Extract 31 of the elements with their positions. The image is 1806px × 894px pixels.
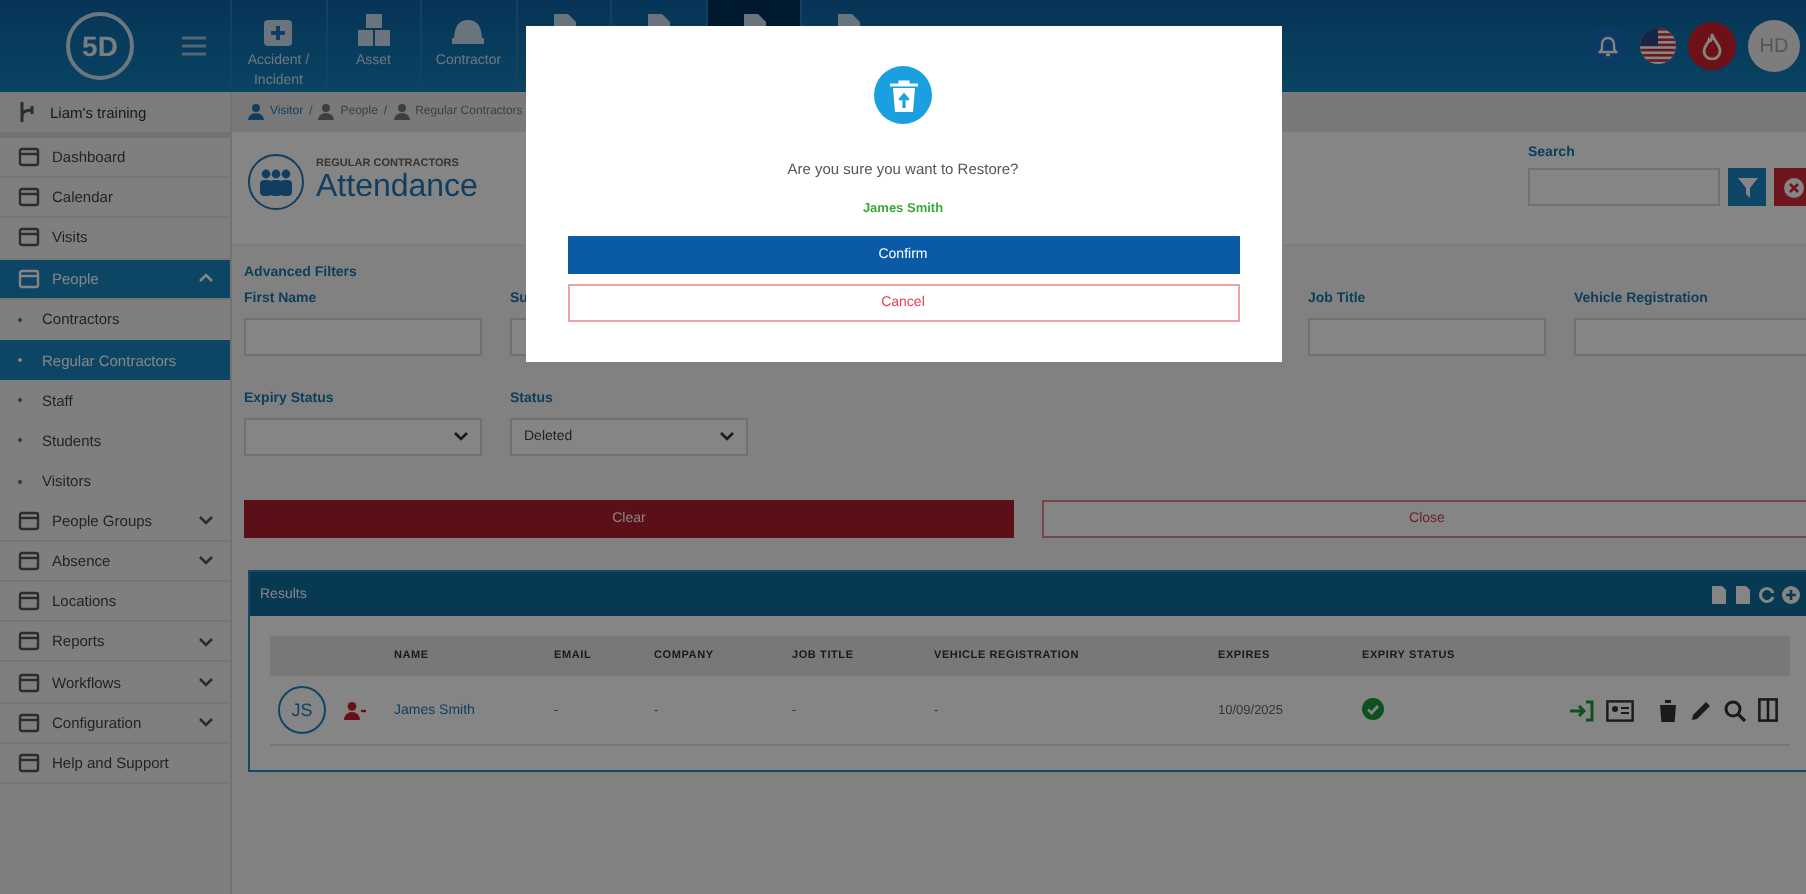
id-card-icon[interactable]	[1606, 699, 1634, 721]
refresh-icon[interactable]	[1758, 585, 1776, 603]
pencil-icon[interactable]	[1690, 699, 1712, 721]
sign-in-icon[interactable]	[1570, 699, 1594, 721]
add-icon[interactable]	[1782, 585, 1800, 603]
select-field[interactable]	[244, 418, 482, 456]
person-icon	[393, 104, 410, 120]
close-icon	[1783, 177, 1803, 197]
flame-icon[interactable]	[1688, 22, 1736, 70]
filter-button[interactable]	[1728, 168, 1766, 206]
person-icon	[344, 701, 366, 719]
person-icon	[248, 104, 264, 120]
import-icon[interactable]	[1710, 585, 1728, 603]
branch-icon	[18, 102, 38, 122]
filter-icon	[1737, 177, 1757, 197]
search-icon[interactable]	[1724, 699, 1746, 721]
boxes-icon	[355, 12, 392, 48]
export-icon[interactable]	[1734, 585, 1752, 603]
menu-icon[interactable]	[182, 36, 206, 56]
restore-bin-icon[interactable]	[1658, 699, 1678, 721]
columns-icon[interactable]	[1758, 698, 1778, 722]
caret-icon	[720, 432, 734, 442]
logo[interactable]: 5D	[66, 12, 134, 80]
flag-icon[interactable]	[1640, 28, 1676, 64]
clear-search-button[interactable]	[1774, 168, 1806, 206]
person-icon	[318, 104, 335, 120]
caret-icon	[454, 432, 468, 442]
bell-icon[interactable]	[1588, 26, 1628, 66]
page-title: Attendance	[316, 170, 478, 206]
restore-bin-icon	[874, 66, 932, 124]
initials-avatar: JS	[278, 686, 326, 734]
